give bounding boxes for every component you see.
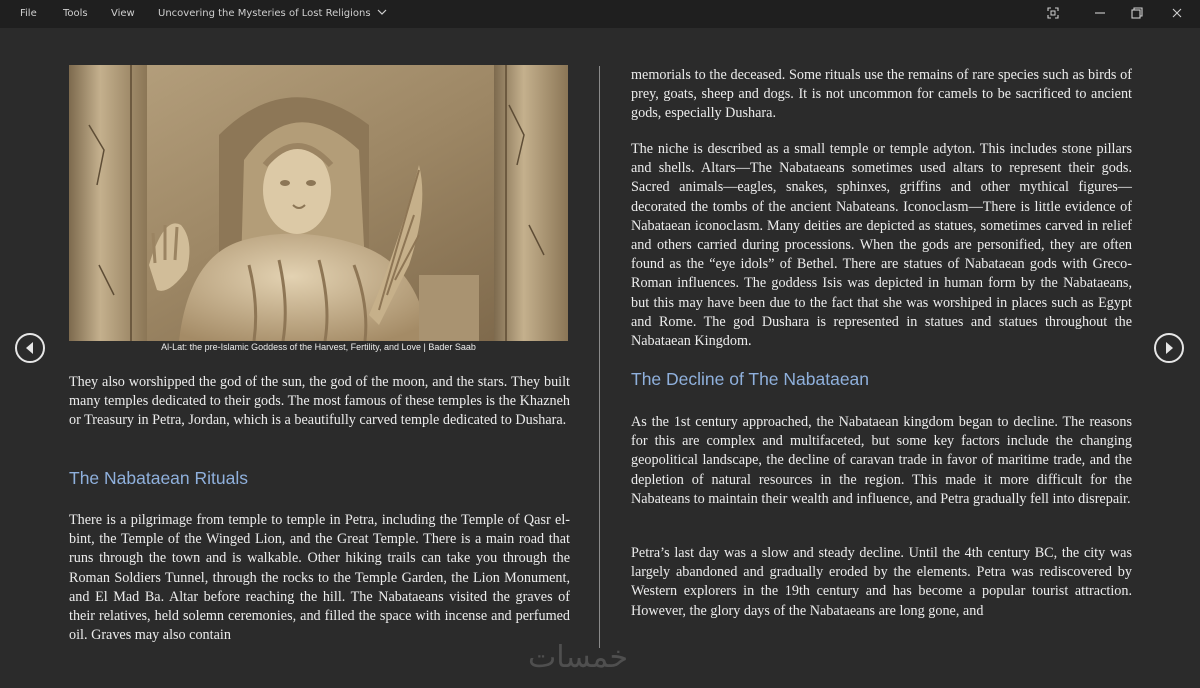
previous-page-button[interactable] bbox=[15, 333, 45, 363]
chevron-down-icon bbox=[377, 9, 387, 15]
watermark-logo: خمسات bbox=[528, 640, 629, 675]
restore-icon[interactable] bbox=[1130, 6, 1144, 20]
al-lat-relief-image bbox=[69, 65, 568, 341]
document-title-dropdown[interactable]: Uncovering the Mysteries of Lost Religio… bbox=[158, 8, 387, 19]
fullscreen-icon[interactable] bbox=[1046, 6, 1060, 20]
arrow-right-icon bbox=[1166, 342, 1173, 354]
title-bar: File Tools View Uncovering the Mysteries… bbox=[0, 0, 1200, 28]
left-paragraph-2: There is a pilgrimage from temple to tem… bbox=[69, 512, 570, 644]
right-paragraph-1: memorials to the deceased. Some rituals … bbox=[631, 67, 1132, 122]
right-paragraph-4: Petra’s last day was a slow and steady d… bbox=[631, 545, 1132, 619]
menu-file[interactable]: File bbox=[20, 8, 37, 19]
right-paragraph-2: The niche is described as a small temple… bbox=[631, 141, 1132, 350]
right-paragraph-3: As the 1st century approached, the Nabat… bbox=[631, 414, 1132, 507]
heading-decline-nabataean: The Decline of The Nabataean bbox=[631, 369, 870, 389]
minimize-icon[interactable] bbox=[1093, 6, 1107, 20]
menu-tools[interactable]: Tools bbox=[63, 8, 88, 19]
arrow-left-icon bbox=[26, 342, 33, 354]
document-title: Uncovering the Mysteries of Lost Religio… bbox=[158, 8, 371, 19]
heading-nabataean-rituals: The Nabataean Rituals bbox=[69, 468, 248, 488]
figure-caption: Al-Lat: the pre-Islamic Goddess of the H… bbox=[161, 342, 476, 352]
page-divider bbox=[599, 66, 600, 648]
close-icon[interactable] bbox=[1170, 6, 1184, 20]
menu-view[interactable]: View bbox=[111, 8, 135, 19]
left-paragraph-1: They also worshipped the god of the sun,… bbox=[69, 374, 570, 429]
next-page-button[interactable] bbox=[1154, 333, 1184, 363]
